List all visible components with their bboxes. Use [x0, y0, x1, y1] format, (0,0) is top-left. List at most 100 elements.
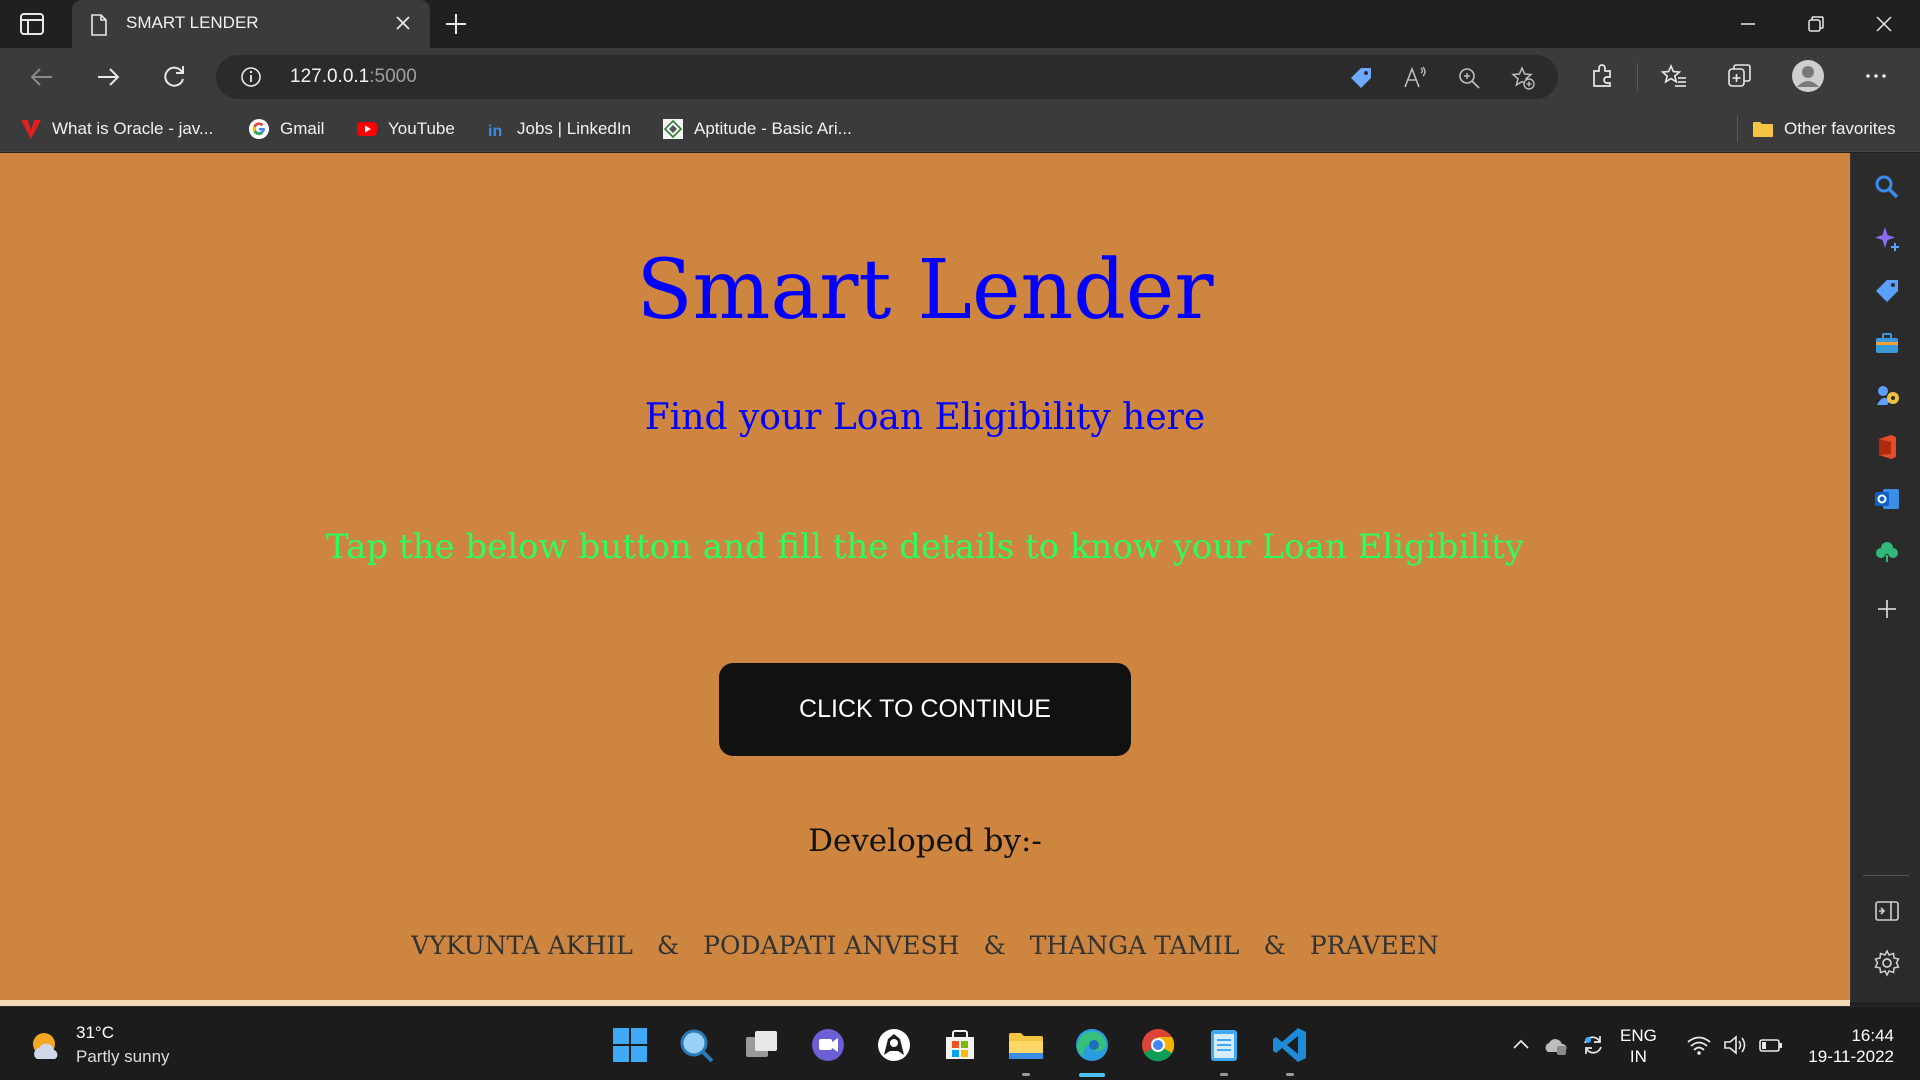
sidebar-settings-icon[interactable]: [1873, 949, 1901, 977]
bookmark-oracle[interactable]: What is Oracle - jav...: [20, 116, 213, 142]
battery-icon[interactable]: [1758, 1032, 1784, 1058]
running-indicator: [1286, 1073, 1294, 1076]
developed-by-label: Developed by:-: [808, 823, 1042, 859]
other-favorites[interactable]: Other favorites: [1752, 116, 1896, 142]
browser-titlebar: SMART LENDER: [0, 0, 1920, 48]
sidebar-discover-icon[interactable]: [1873, 225, 1901, 253]
windows-taskbar: 31°C Partly sunny ENG IN 16:44 19-11-202…: [0, 1006, 1920, 1080]
linkedin-icon: in: [486, 119, 506, 140]
close-tab-icon[interactable]: [394, 14, 412, 32]
sidebar-add-icon[interactable]: [1873, 595, 1901, 623]
url-host: 127.0.0.1: [290, 66, 370, 87]
more-options-icon[interactable]: [1862, 62, 1890, 90]
volume-icon[interactable]: [1722, 1032, 1748, 1058]
svg-text:in: in: [488, 123, 502, 140]
notepad-icon[interactable]: [1204, 1025, 1244, 1065]
profile-avatar[interactable]: [1791, 59, 1825, 93]
weather-description: Partly sunny: [76, 1047, 170, 1066]
site-info-icon[interactable]: [240, 66, 262, 88]
bookmark-linkedin[interactable]: in Jobs | LinkedIn: [485, 116, 631, 142]
microsoft-store-icon[interactable]: [940, 1025, 980, 1065]
collections-icon[interactable]: [1726, 62, 1754, 90]
sync-icon[interactable]: [1580, 1032, 1606, 1058]
system-clock[interactable]: 16:44 19-11-2022: [1798, 1025, 1894, 1067]
other-favorites-label: Other favorites: [1784, 119, 1896, 138]
bookmark-youtube[interactable]: YouTube: [356, 116, 455, 142]
bookmarks-bar: What is Oracle - jav... Gmail YouTube in…: [0, 106, 1920, 152]
instruction-text: Tap the below button and fill the detail…: [326, 527, 1524, 567]
bookmark-label: What is Oracle - jav...: [52, 119, 214, 138]
region-code: IN: [1629, 1047, 1647, 1066]
vscode-icon[interactable]: [1270, 1025, 1310, 1065]
read-aloud-icon[interactable]: [1402, 65, 1428, 91]
url-text: 127.0.0.1:5000: [290, 66, 417, 88]
onedrive-cloud-icon[interactable]: [1543, 1032, 1569, 1058]
partly-sunny-icon[interactable]: [28, 1029, 64, 1065]
language-indicator[interactable]: ENG IN: [1620, 1025, 1657, 1067]
bookmark-label: Jobs | LinkedIn: [517, 119, 632, 138]
chrome-icon[interactable]: [1138, 1025, 1178, 1065]
bookmark-gmail[interactable]: Gmail: [248, 116, 324, 142]
tab-actions-icon[interactable]: [18, 12, 46, 36]
running-indicator: [1220, 1073, 1228, 1076]
extensions-icon[interactable]: [1588, 62, 1616, 90]
teams-chat-icon[interactable]: [808, 1025, 848, 1065]
continue-button[interactable]: CLICK TO CONTINUE: [719, 663, 1131, 756]
show-hidden-icons-chevron-up-icon[interactable]: [1508, 1032, 1534, 1058]
favorites-icon[interactable]: [1660, 62, 1688, 90]
sidebar-hide-icon[interactable]: [1873, 897, 1901, 925]
name-separator: &: [656, 931, 680, 960]
sidebar-office-icon[interactable]: [1873, 433, 1901, 461]
bookmark-aptitude[interactable]: Aptitude - Basic Ari...: [662, 116, 852, 142]
tab-title: SMART LENDER: [126, 13, 259, 32]
coupon-tag-icon[interactable]: [1348, 65, 1374, 91]
forward-icon[interactable]: [94, 63, 122, 91]
github-desktop-icon[interactable]: [874, 1025, 914, 1065]
new-tab-icon[interactable]: [444, 12, 468, 36]
edge-browser-icon[interactable]: [1072, 1025, 1112, 1065]
developer-name: THANGA TAMIL: [1029, 931, 1240, 960]
toolbar-divider: [1637, 63, 1638, 91]
name-separator: &: [983, 931, 1006, 960]
back-icon[interactable]: [28, 63, 56, 91]
active-app-indicator: [1079, 1073, 1105, 1077]
sidebar-tools-icon[interactable]: [1873, 329, 1901, 357]
developer-name: PODAPATI ANVESH: [703, 931, 960, 960]
url-port: :5000: [369, 66, 417, 87]
aptitude-site-icon: [663, 119, 683, 139]
close-window-icon[interactable]: [1872, 12, 1896, 36]
refresh-icon[interactable]: [160, 63, 188, 91]
task-view-icon[interactable]: [742, 1025, 782, 1065]
address-bar[interactable]: 127.0.0.1:5000: [216, 55, 1558, 99]
file-explorer-icon[interactable]: [1006, 1025, 1046, 1065]
bookmarks-divider: [1737, 116, 1738, 142]
language-code: ENG: [1620, 1026, 1657, 1045]
zoom-icon[interactable]: [1456, 65, 1482, 91]
sidebar-search-icon[interactable]: [1873, 173, 1901, 201]
browser-tab[interactable]: SMART LENDER: [72, 0, 430, 48]
start-windows-icon[interactable]: [610, 1025, 650, 1065]
developer-name: VYKUNTA AKHIL: [411, 931, 633, 960]
clock-time: 16:44: [1851, 1026, 1894, 1045]
wifi-icon[interactable]: [1686, 1032, 1712, 1058]
minimize-icon[interactable]: [1736, 12, 1760, 36]
sidebar-games-icon[interactable]: [1873, 381, 1901, 409]
edge-sidebar: [1850, 153, 1920, 1002]
sidebar-outlook-icon[interactable]: [1873, 485, 1901, 513]
add-favorite-icon[interactable]: [1510, 65, 1536, 91]
sidebar-drop-icon[interactable]: [1873, 537, 1901, 565]
page-icon: [91, 14, 107, 36]
bookmark-label: Aptitude - Basic Ari...: [694, 119, 852, 138]
bookmark-label: Gmail: [280, 119, 325, 138]
restore-icon[interactable]: [1804, 12, 1828, 36]
clock-date: 19-11-2022: [1808, 1047, 1894, 1066]
sidebar-shopping-icon[interactable]: [1873, 277, 1901, 305]
search-icon[interactable]: [676, 1025, 716, 1065]
page-content: Smart Lender Find your Loan Eligibility …: [0, 153, 1850, 1002]
developer-name: PRAVEEN: [1309, 931, 1439, 960]
developer-list: VYKUNTA AKHIL & PODAPATI ANVESH & THANGA…: [0, 931, 1850, 960]
google-icon: [249, 119, 269, 139]
running-indicator: [1022, 1073, 1030, 1076]
page-title: Smart Lender: [636, 243, 1214, 338]
page-subtitle: Find your Loan Eligibility here: [644, 397, 1206, 438]
